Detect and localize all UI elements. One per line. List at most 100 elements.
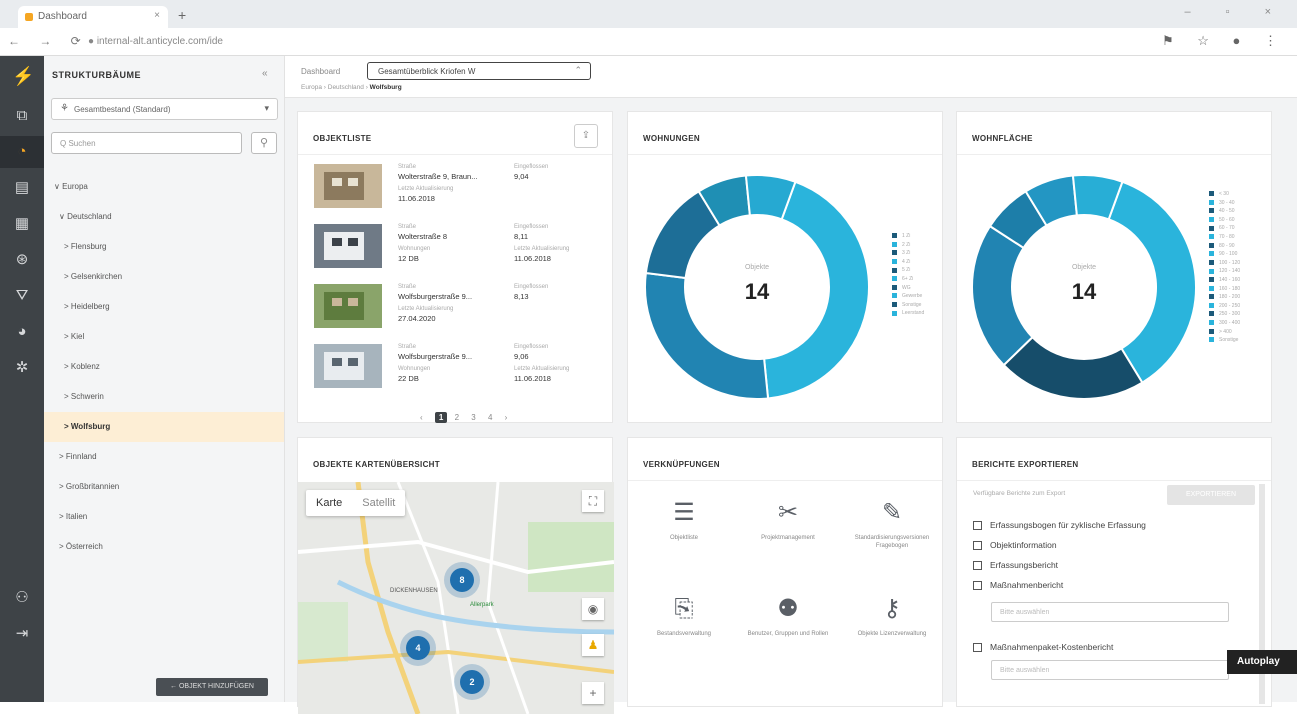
logout-icon[interactable]: ⇥: [0, 618, 44, 650]
legend-item[interactable]: 180 - 200: [1209, 293, 1240, 302]
map-cluster-marker[interactable]: 8: [444, 562, 480, 598]
dashboard-icon[interactable]: ◔: [0, 136, 44, 168]
map-cluster-marker[interactable]: 4: [400, 630, 436, 666]
add-object-button[interactable]: ← OBJEKT HINZUFÜGEN: [156, 678, 268, 696]
tree-node[interactable]: > Kiel: [44, 322, 284, 352]
browser-nav-buttons[interactable]: ← → ⟳: [8, 34, 89, 48]
legend-item[interactable]: 70 - 80: [1209, 233, 1240, 242]
fullscreen-icon[interactable]: ⛶: [582, 490, 604, 512]
filter-icon[interactable]: ⚲: [251, 132, 277, 154]
object-list-item[interactable]: Straße Wolfsburgerstraße 9... Eingeflossen…: [314, 344, 614, 394]
tree-node[interactable]: > Finnland: [44, 442, 284, 472]
legend-item[interactable]: 1 Zi: [892, 232, 924, 241]
new-tab-button[interactable]: +: [178, 7, 186, 23]
checkbox-icon[interactable]: [973, 561, 982, 571]
report-checkbox[interactable]: Maßnahmenpaket-Kostenbericht: [973, 642, 1113, 653]
network-icon[interactable]: ✲: [0, 352, 44, 384]
collapse-panel-icon[interactable]: «: [262, 68, 268, 79]
legend-item[interactable]: 4 Zi: [892, 258, 924, 267]
zoom-in-icon[interactable]: +: [582, 682, 604, 704]
link-users[interactable]: ⚉ Benutzer, Gruppen und Rollen: [736, 592, 840, 638]
checkbox-icon[interactable]: [973, 521, 982, 531]
legend-item[interactable]: 140 - 160: [1209, 276, 1240, 285]
report-checkbox[interactable]: Erfassungsbericht: [973, 560, 1058, 571]
report-checkbox[interactable]: Maßnahmenbericht: [973, 580, 1063, 591]
legend-item[interactable]: 90 - 100: [1209, 250, 1240, 259]
browser-toolbar-icons[interactable]: ⚑ ☆ ● ⋮: [1162, 33, 1287, 49]
page-next[interactable]: ›: [505, 413, 513, 422]
link-key[interactable]: ⚷ Objekte Lizenzverwaltung: [840, 592, 944, 638]
dashboard-dropdown[interactable]: Gesamtüberblick Kriofen W ⌃: [367, 62, 591, 80]
legend-item[interactable]: 30 - 40: [1209, 199, 1240, 208]
legend-item[interactable]: < 30: [1209, 190, 1240, 199]
legend-item[interactable]: Leerstand: [892, 309, 924, 318]
hierarchy-icon[interactable]: ⧉: [0, 100, 44, 132]
page-prev[interactable]: ‹: [420, 413, 428, 422]
user-icon[interactable]: ⚇: [0, 582, 44, 614]
legend-item[interactable]: 50 - 60: [1209, 216, 1240, 225]
breadcrumb-item[interactable]: Deutschland: [328, 84, 364, 91]
object-list-item[interactable]: Straße Wolterstraße 8 Eingeflossen 8,11 Wohn…: [314, 224, 614, 274]
legend-item[interactable]: 250 - 300: [1209, 310, 1240, 319]
report-select[interactable]: Bitte auswählen: [991, 602, 1229, 622]
tree-node[interactable]: > Österreich: [44, 532, 284, 562]
legend-item[interactable]: 200 - 250: [1209, 302, 1240, 311]
legend-item[interactable]: WG: [892, 284, 924, 293]
tree-select[interactable]: ⚘ Gesamtbestand (Standard) ▾: [51, 98, 278, 120]
map-cluster-marker[interactable]: 2: [454, 664, 490, 700]
legend-item[interactable]: 300 - 400: [1209, 319, 1240, 328]
checkbox-icon[interactable]: [973, 541, 982, 551]
tree-node[interactable]: > Großbritannien: [44, 472, 284, 502]
settings-icon[interactable]: ⊛: [0, 244, 44, 276]
export-icon[interactable]: ⇪: [574, 124, 598, 148]
tab-close-icon[interactable]: ×: [154, 10, 160, 21]
document-icon[interactable]: ▤: [0, 172, 44, 204]
legend-item[interactable]: 160 - 180: [1209, 285, 1240, 294]
tree-node[interactable]: > Gelsenkirchen: [44, 262, 284, 292]
legend-item[interactable]: 5 Zi: [892, 266, 924, 275]
tab-satellite[interactable]: Satellit: [352, 497, 405, 509]
map-view[interactable]: Karte Satellit ⛶ ◉ ♟ + DICKENHAUSEN Aller…: [298, 482, 614, 714]
chart-icon[interactable]: ⛛: [0, 280, 44, 312]
legend-item[interactable]: 6+ Zi: [892, 275, 924, 284]
page-link[interactable]: 4: [488, 413, 497, 422]
tree-node[interactable]: > Italien: [44, 502, 284, 532]
legend-item[interactable]: 2 Zi: [892, 241, 924, 250]
tree-node[interactable]: ∨ Europa: [44, 172, 284, 202]
legend-item[interactable]: 120 - 140: [1209, 267, 1240, 276]
tree-node[interactable]: > Flensburg: [44, 232, 284, 262]
checkbox-icon[interactable]: [973, 581, 982, 591]
legend-item[interactable]: 60 - 70: [1209, 224, 1240, 233]
locate-icon[interactable]: ◉: [582, 598, 604, 620]
donut-slice[interactable]: [1002, 335, 1144, 400]
object-list-item[interactable]: Straße Wolfsburgerstraße 9... Eingeflossen…: [314, 284, 614, 334]
app-logo[interactable]: ⚡: [12, 66, 34, 86]
legend-item[interactable]: Sonstige: [1209, 336, 1240, 345]
tree-search-input[interactable]: Q Suchen: [51, 132, 242, 154]
browser-tab[interactable]: Dashboard ×: [18, 6, 168, 28]
link-document-arrow[interactable]: ⎘ Bestandsverwaltung: [632, 592, 736, 638]
tab-map[interactable]: Karte: [306, 497, 352, 509]
link-list[interactable]: ☰ Objektliste: [632, 496, 736, 542]
pie-icon[interactable]: ◕: [0, 316, 44, 348]
legend-item[interactable]: Sonstige: [892, 301, 924, 310]
url-field[interactable]: ● internal-alt.anticycle.com/ide: [88, 36, 223, 47]
tree-node[interactable]: ∨ Deutschland: [44, 202, 284, 232]
legend-item[interactable]: > 400: [1209, 328, 1240, 337]
page-current[interactable]: 1: [434, 412, 448, 423]
autoplay-overlay[interactable]: Autoplay: [1227, 650, 1297, 674]
export-button[interactable]: EXPORTIEREN: [1167, 485, 1255, 505]
object-list-item[interactable]: Straße Wolterstraße 9, Braun... Eingefloss…: [314, 164, 614, 214]
window-controls[interactable]: – ▫ ×: [1184, 6, 1287, 18]
legend-item[interactable]: Gewerbe: [892, 292, 924, 301]
tree-node[interactable]: > Koblenz: [44, 352, 284, 382]
tree-node[interactable]: > Schwerin: [44, 382, 284, 412]
page-link[interactable]: 2: [455, 413, 464, 422]
report-checkbox[interactable]: Objektinformation: [973, 540, 1057, 551]
breadcrumb-item[interactable]: Europa: [301, 84, 322, 91]
report-select[interactable]: Bitte auswählen: [991, 660, 1229, 680]
legend-item[interactable]: 3 Zi: [892, 249, 924, 258]
page-link[interactable]: 3: [471, 413, 480, 422]
legend-item[interactable]: 40 - 50: [1209, 207, 1240, 216]
report-checkbox[interactable]: Erfassungsbogen für zyklische Erfassung: [973, 520, 1146, 531]
